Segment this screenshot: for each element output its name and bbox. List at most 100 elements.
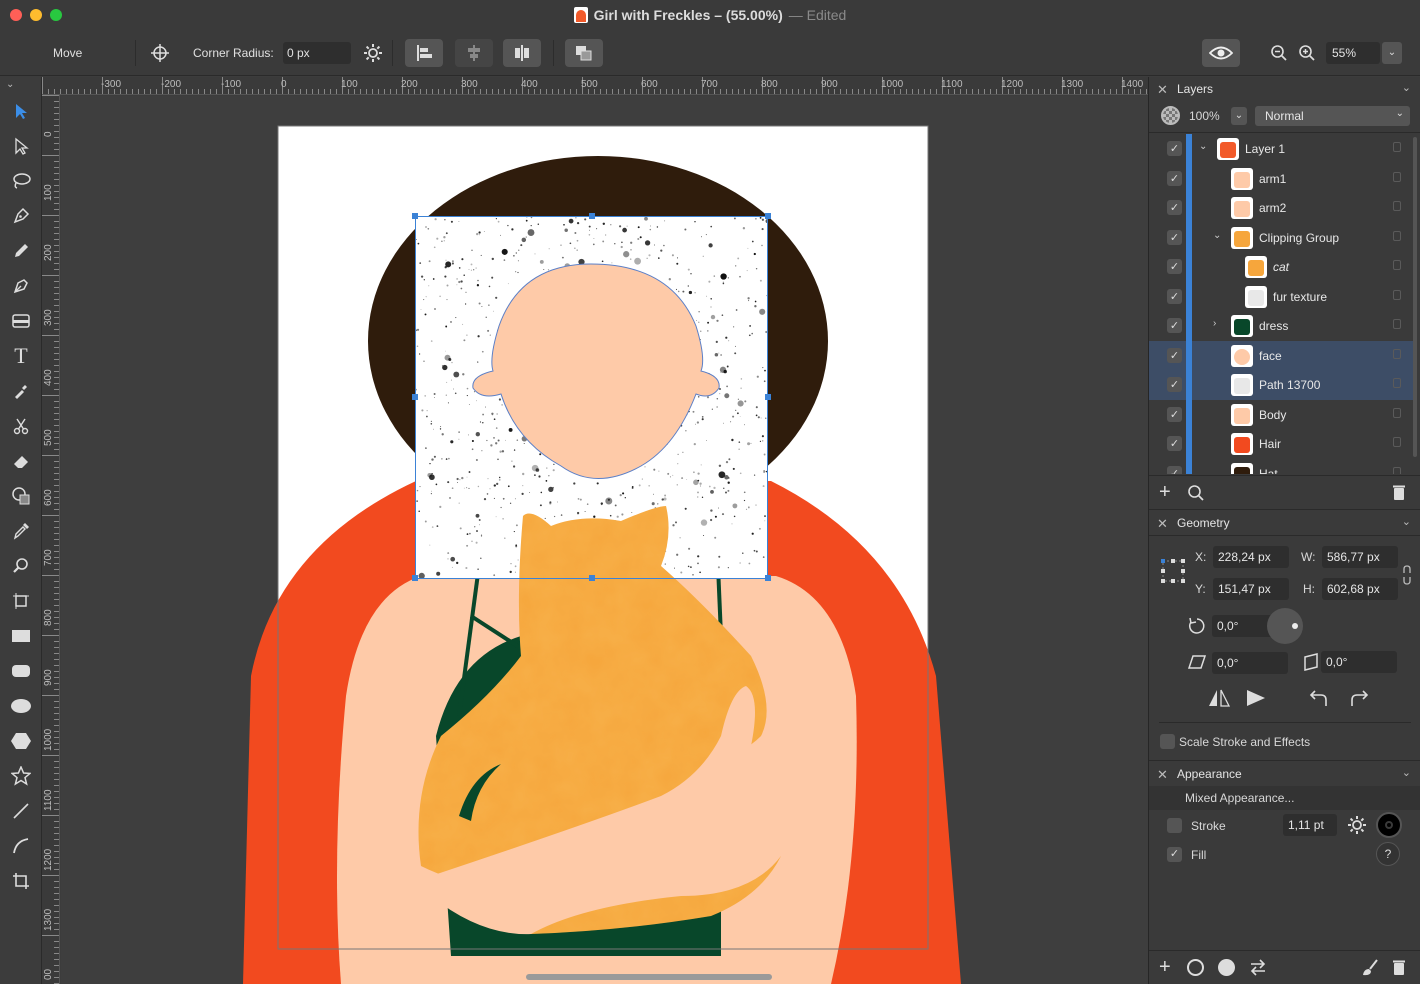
layers-scrollbar[interactable] [1413, 137, 1417, 457]
skew-horizontal-input[interactable]: 0,0° [1212, 652, 1288, 674]
layer-visibility-checkbox[interactable]: ✓ [1167, 436, 1182, 451]
layer-row[interactable]: ✓ arm1 [1149, 163, 1413, 193]
lock-icon[interactable] [1393, 230, 1401, 241]
eyedropper-tool-icon[interactable] [9, 379, 33, 403]
distribute-button[interactable] [503, 39, 541, 67]
lock-icon[interactable] [1393, 260, 1401, 270]
lock-icon[interactable] [1393, 437, 1401, 447]
pen-tool-icon[interactable] [9, 204, 33, 228]
scissors-tool-icon[interactable] [9, 414, 33, 438]
align-center-button[interactable] [455, 39, 493, 67]
lock-icon[interactable] [1393, 289, 1401, 300]
text-tool-icon[interactable]: T [9, 343, 33, 368]
add-appearance-icon[interactable]: + [1159, 957, 1171, 977]
horizontal-scrollbar[interactable] [526, 974, 772, 980]
expand-chevron-icon[interactable]: ⌄ [1199, 141, 1207, 152]
stroke-color-swatch[interactable] [1376, 812, 1402, 838]
fill-tool-icon[interactable] [9, 309, 33, 333]
lock-icon[interactable] [1393, 348, 1401, 359]
height-input[interactable]: 602,68 px [1322, 578, 1398, 600]
clear-appearance-brush-icon[interactable] [1361, 957, 1379, 980]
close-appearance-icon[interactable]: ✕ [1157, 767, 1168, 783]
skew-vertical-input[interactable]: 0,0° [1321, 651, 1397, 673]
appearance-panel-header[interactable]: ✕ Appearance ⌄ [1149, 762, 1420, 786]
width-input[interactable]: 586,77 px [1322, 546, 1398, 568]
layer-visibility-checkbox[interactable]: ✓ [1167, 259, 1182, 274]
opacity-icon[interactable] [1161, 106, 1180, 125]
crosshair-icon[interactable] [149, 42, 171, 64]
layer-visibility-checkbox[interactable]: ✓ [1167, 229, 1182, 245]
minimize-window-button[interactable] [30, 9, 42, 21]
link-icon[interactable] [1401, 565, 1413, 588]
align-left-button[interactable] [405, 39, 443, 67]
fill-checkbox[interactable]: ✓ [1167, 847, 1182, 862]
layer-visibility-checkbox[interactable]: ✓ [1167, 465, 1182, 474]
close-window-button[interactable] [10, 9, 22, 21]
arrange-button[interactable] [565, 39, 603, 67]
canvas-area[interactable] [61, 96, 1148, 984]
swap-icon[interactable] [1248, 957, 1268, 980]
curve-tool-icon[interactable] [9, 834, 33, 858]
layer-visibility-checkbox[interactable]: ✓ [1167, 141, 1182, 156]
lock-icon[interactable] [1393, 142, 1401, 152]
line-tool-icon[interactable] [9, 799, 33, 823]
flip-horizontal-icon[interactable] [1207, 688, 1231, 711]
tools-collapse-chevron-icon[interactable]: ⌄ [6, 79, 14, 90]
layer-row[interactable]: ✓ face [1149, 340, 1413, 370]
layer-visibility-checkbox[interactable]: ✓ [1167, 200, 1182, 215]
add-fill-icon[interactable] [1218, 959, 1235, 976]
lock-icon[interactable] [1393, 466, 1401, 474]
shape-builder-tool-icon[interactable] [9, 484, 33, 508]
opacity-dropdown-chevron-icon[interactable]: ⌄ [1231, 107, 1247, 125]
delete-layer-icon[interactable] [1392, 484, 1406, 504]
corner-radius-input[interactable]: 0 px [283, 42, 351, 64]
artwork[interactable] [61, 96, 1148, 984]
layer-visibility-checkbox[interactable]: ✓ [1167, 406, 1182, 422]
rotate-left-icon[interactable] [1309, 688, 1329, 711]
layer-row[interactable]: ✓ › dress [1149, 311, 1413, 341]
layer-row[interactable]: ✓ fur texture [1149, 281, 1413, 311]
x-input[interactable]: 228,24 px [1213, 546, 1289, 568]
stroke-width-input[interactable]: 1,11 pt [1283, 814, 1337, 836]
direct-select-tool-icon[interactable] [9, 134, 33, 158]
layer-row[interactable]: ✓ Body [1149, 399, 1413, 429]
vertical-ruler[interactable]: 0 100 200 300 400 500 600 700 800 900 10… [42, 95, 60, 984]
layer-visibility-checkbox[interactable]: ✓ [1167, 318, 1182, 333]
blend-mode-select[interactable]: Normal ⌄ [1255, 106, 1410, 126]
layers-collapse-chevron-icon[interactable]: ⌄ [1402, 81, 1411, 94]
lock-icon[interactable] [1393, 171, 1401, 182]
layer-visibility-checkbox[interactable]: ✓ [1167, 347, 1182, 363]
zoom-window-button[interactable] [50, 9, 62, 21]
lock-icon[interactable] [1393, 201, 1401, 211]
layer-row[interactable]: ✓ ⌄ Clipping Group [1149, 222, 1413, 252]
layer-visibility-checkbox[interactable]: ✓ [1167, 170, 1182, 186]
horizontal-ruler[interactable]: -300 -200 -100 0 100 200 300 400 500 600… [42, 77, 1148, 95]
star-tool-icon[interactable] [9, 764, 33, 788]
ellipse-tool-icon[interactable] [9, 694, 33, 718]
geometry-panel-header[interactable]: ✕ Geometry ⌄ [1149, 511, 1420, 535]
layer-row[interactable]: ✓ ⌄ Layer 1 [1149, 134, 1413, 164]
polygon-tool-icon[interactable] [9, 729, 33, 753]
y-input[interactable]: 151,47 px [1213, 578, 1289, 600]
layer-row[interactable]: ✓ arm2 [1149, 193, 1413, 223]
lock-icon[interactable] [1393, 319, 1401, 329]
layer-visibility-checkbox[interactable]: ✓ [1167, 288, 1182, 304]
add-layer-icon[interactable]: + [1159, 482, 1171, 502]
layer-row[interactable]: ✓ Hat [1149, 458, 1413, 474]
geometry-collapse-chevron-icon[interactable]: ⌄ [1402, 515, 1411, 528]
reference-point-icon[interactable] [1159, 557, 1187, 588]
collapse-chevron-icon[interactable]: › [1213, 318, 1216, 329]
zoom-tool-icon[interactable] [9, 554, 33, 578]
fill-help-button[interactable]: ? [1376, 842, 1400, 866]
stroke-settings-gear-icon[interactable] [1347, 815, 1367, 838]
gear-icon[interactable] [362, 42, 384, 64]
search-layers-icon[interactable] [1187, 484, 1205, 505]
lock-icon[interactable] [1393, 378, 1401, 388]
zoom-in-icon[interactable] [1296, 42, 1318, 64]
flip-vertical-icon[interactable] [1245, 688, 1267, 711]
layer-opacity-value[interactable]: 100% [1189, 109, 1220, 123]
artboard-tool-icon[interactable] [9, 589, 33, 613]
layer-row[interactable]: ✓ Path 13700 [1149, 370, 1413, 400]
stroke-checkbox[interactable] [1167, 818, 1182, 833]
lasso-tool-icon[interactable] [9, 169, 33, 193]
